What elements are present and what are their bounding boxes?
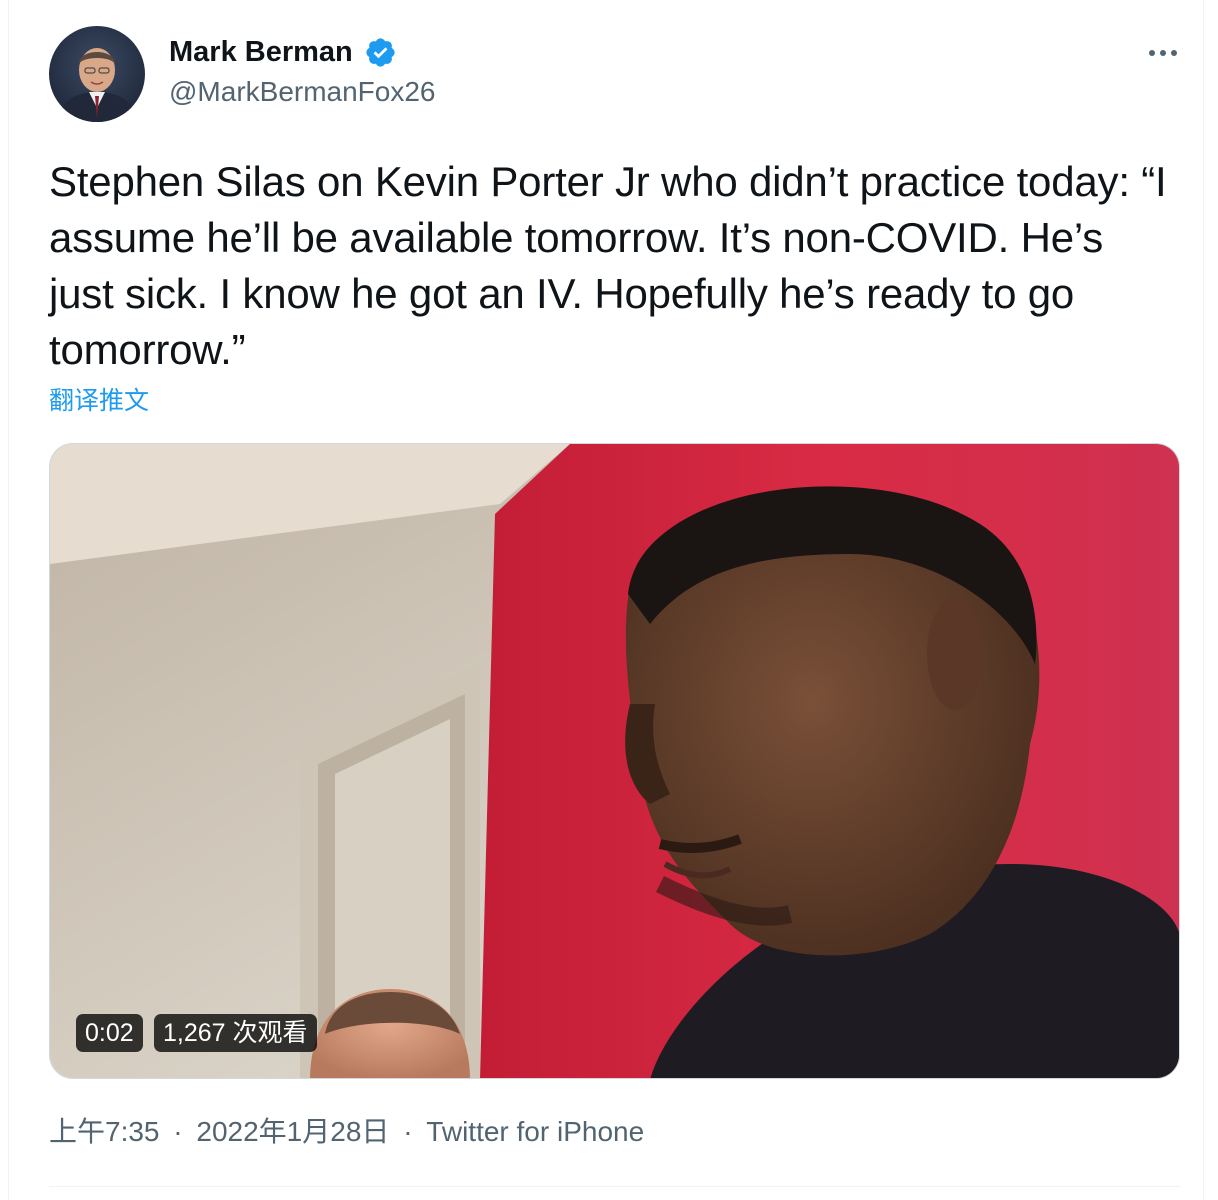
- tweet-time[interactable]: 上午7:35: [49, 1116, 160, 1147]
- video-thumbnail: [50, 444, 1179, 1078]
- tweet-date[interactable]: 2022年1月28日: [196, 1116, 389, 1147]
- divider: [49, 1186, 1180, 1187]
- meta-separator: ·: [403, 1116, 413, 1147]
- author-handle[interactable]: @MarkBermanFox26: [169, 74, 436, 110]
- translate-tweet-link[interactable]: 翻译推文: [49, 384, 149, 418]
- tweet-text: Stephen Silas on Kevin Porter Jr who did…: [49, 158, 1167, 373]
- meta-separator: ·: [173, 1116, 183, 1147]
- tweet-metadata: 上午7:35 · 2022年1月28日 · Twitter for iPhone: [49, 1112, 644, 1152]
- avatar[interactable]: [49, 26, 145, 122]
- video-player[interactable]: 0:02 1,267 次观看: [49, 443, 1180, 1079]
- tweet-source[interactable]: Twitter for iPhone: [426, 1116, 644, 1147]
- video-views-badge: 1,267 次观看: [154, 1014, 317, 1052]
- more-options-icon[interactable]: [1143, 36, 1183, 70]
- author-display-name[interactable]: Mark Berman: [169, 34, 353, 70]
- tweet-card: Mark Berman @MarkBermanFox26 Stephen Sil…: [8, 0, 1204, 1200]
- video-duration-badge: 0:02: [76, 1014, 143, 1052]
- verified-badge-icon: [366, 38, 395, 67]
